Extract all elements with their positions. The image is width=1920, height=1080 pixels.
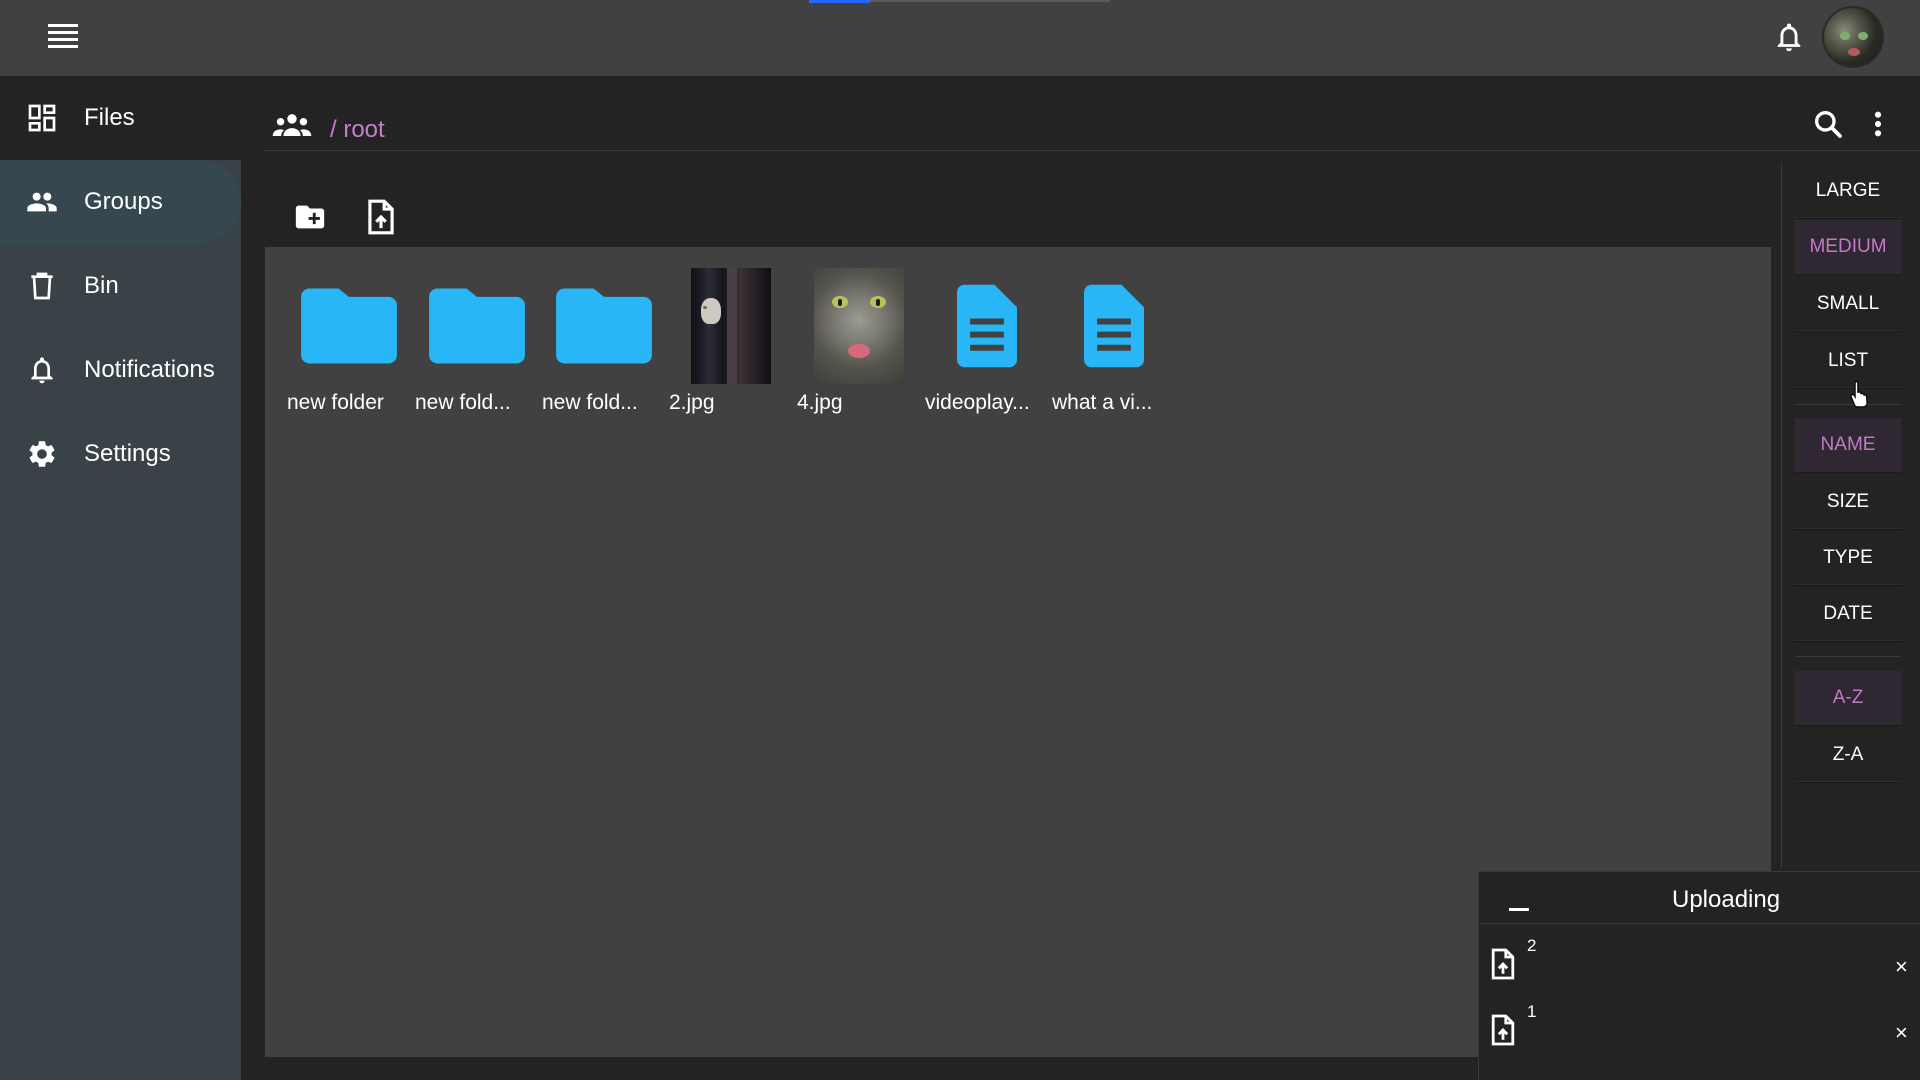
order-desc-button[interactable]: Z-A [1795, 728, 1901, 782]
hamburger-menu-icon[interactable] [48, 24, 82, 54]
sidebar-item-groups[interactable]: Groups [0, 160, 241, 244]
image-thumbnail [667, 267, 795, 385]
size-large-button[interactable]: LARGE [1795, 164, 1901, 218]
document-icon [1050, 267, 1178, 385]
upload-file-icon[interactable] [364, 198, 398, 236]
options-divider [1795, 404, 1901, 405]
close-icon[interactable]: × [1895, 1022, 1908, 1044]
file-name: 4.jpg [797, 391, 843, 414]
upload-panel: Uploading 2 × 1 × [1478, 871, 1920, 1080]
people-icon [27, 192, 57, 212]
top-bar [0, 0, 1920, 76]
upload-count: 2 [1527, 936, 1537, 955]
bell-icon[interactable] [1772, 20, 1806, 54]
folder-icon [413, 267, 541, 385]
sort-type-button[interactable]: TYPE [1795, 531, 1901, 585]
minimize-icon[interactable] [1509, 908, 1529, 911]
sort-size-button[interactable]: SIZE [1795, 475, 1901, 529]
file-name: new fold... [542, 391, 638, 414]
upload-count: 1 [1527, 1002, 1537, 1021]
file-name: new fold... [415, 391, 511, 414]
search-icon[interactable] [1812, 108, 1844, 140]
file-name: new folder [287, 391, 384, 414]
size-medium-button[interactable]: MEDIUM [1795, 220, 1901, 274]
create-folder-icon[interactable] [292, 200, 328, 234]
upload-file-icon [1491, 1014, 1515, 1046]
order-asc-button[interactable]: A-Z [1795, 671, 1901, 725]
sidebar-item-label: Notifications [84, 356, 215, 383]
options-divider [1795, 656, 1901, 657]
breadcrumb[interactable]: / root [330, 116, 385, 144]
sort-date-button[interactable]: DATE [1795, 587, 1901, 641]
file-name: videoplay... [925, 391, 1030, 414]
trash-icon [31, 272, 53, 300]
more-vert-icon[interactable] [1868, 108, 1888, 140]
file-item-document[interactable]: videoplay... [923, 267, 1051, 417]
sidebar: Files Groups Bin Notifications Settings [0, 76, 241, 1080]
upload-item: 2 × [1479, 932, 1920, 996]
file-name: 2.jpg [669, 391, 715, 414]
file-name: what a vi... [1052, 391, 1153, 414]
loading-indicator [809, 0, 870, 3]
upload-item: 1 × [1479, 998, 1920, 1062]
people-icon [272, 114, 312, 136]
file-item-folder[interactable]: new fold... [413, 267, 541, 417]
header-divider [265, 150, 1920, 151]
user-avatar[interactable] [1822, 6, 1884, 68]
document-icon [923, 267, 1051, 385]
close-icon[interactable]: × [1895, 956, 1908, 978]
folder-icon [285, 267, 413, 385]
file-item-document[interactable]: what a vi... [1050, 267, 1178, 417]
file-item-folder[interactable]: new folder [285, 267, 413, 417]
image-thumbnail [795, 267, 923, 385]
gear-icon [29, 441, 55, 467]
upload-file-icon [1491, 948, 1515, 980]
size-list-button[interactable]: LIST [1795, 334, 1901, 388]
upload-panel-header: Uploading [1479, 872, 1920, 924]
sidebar-item-label: Files [84, 104, 135, 131]
bell-icon [31, 357, 53, 384]
sidebar-item-label: Settings [84, 440, 171, 467]
file-item-folder[interactable]: new fold... [540, 267, 668, 417]
upload-panel-title: Uploading [1672, 886, 1781, 913]
loading-track [870, 0, 1110, 2]
folder-icon [540, 267, 668, 385]
sidebar-item-label: Groups [84, 188, 163, 215]
sidebar-item-label: Bin [84, 272, 119, 299]
pointer-cursor-icon [1850, 380, 1868, 408]
sidebar-item-notifications[interactable]: Notifications [0, 328, 241, 412]
dashboard-grid-icon [28, 104, 56, 132]
sidebar-item-bin[interactable]: Bin [0, 244, 241, 328]
file-item-image[interactable]: 2.jpg [667, 267, 795, 417]
sort-name-button[interactable]: NAME [1795, 418, 1901, 472]
sidebar-item-settings[interactable]: Settings [0, 412, 241, 496]
file-item-image[interactable]: 4.jpg [795, 267, 923, 417]
size-small-button[interactable]: SMALL [1795, 277, 1901, 331]
sidebar-item-files[interactable]: Files [0, 76, 241, 160]
